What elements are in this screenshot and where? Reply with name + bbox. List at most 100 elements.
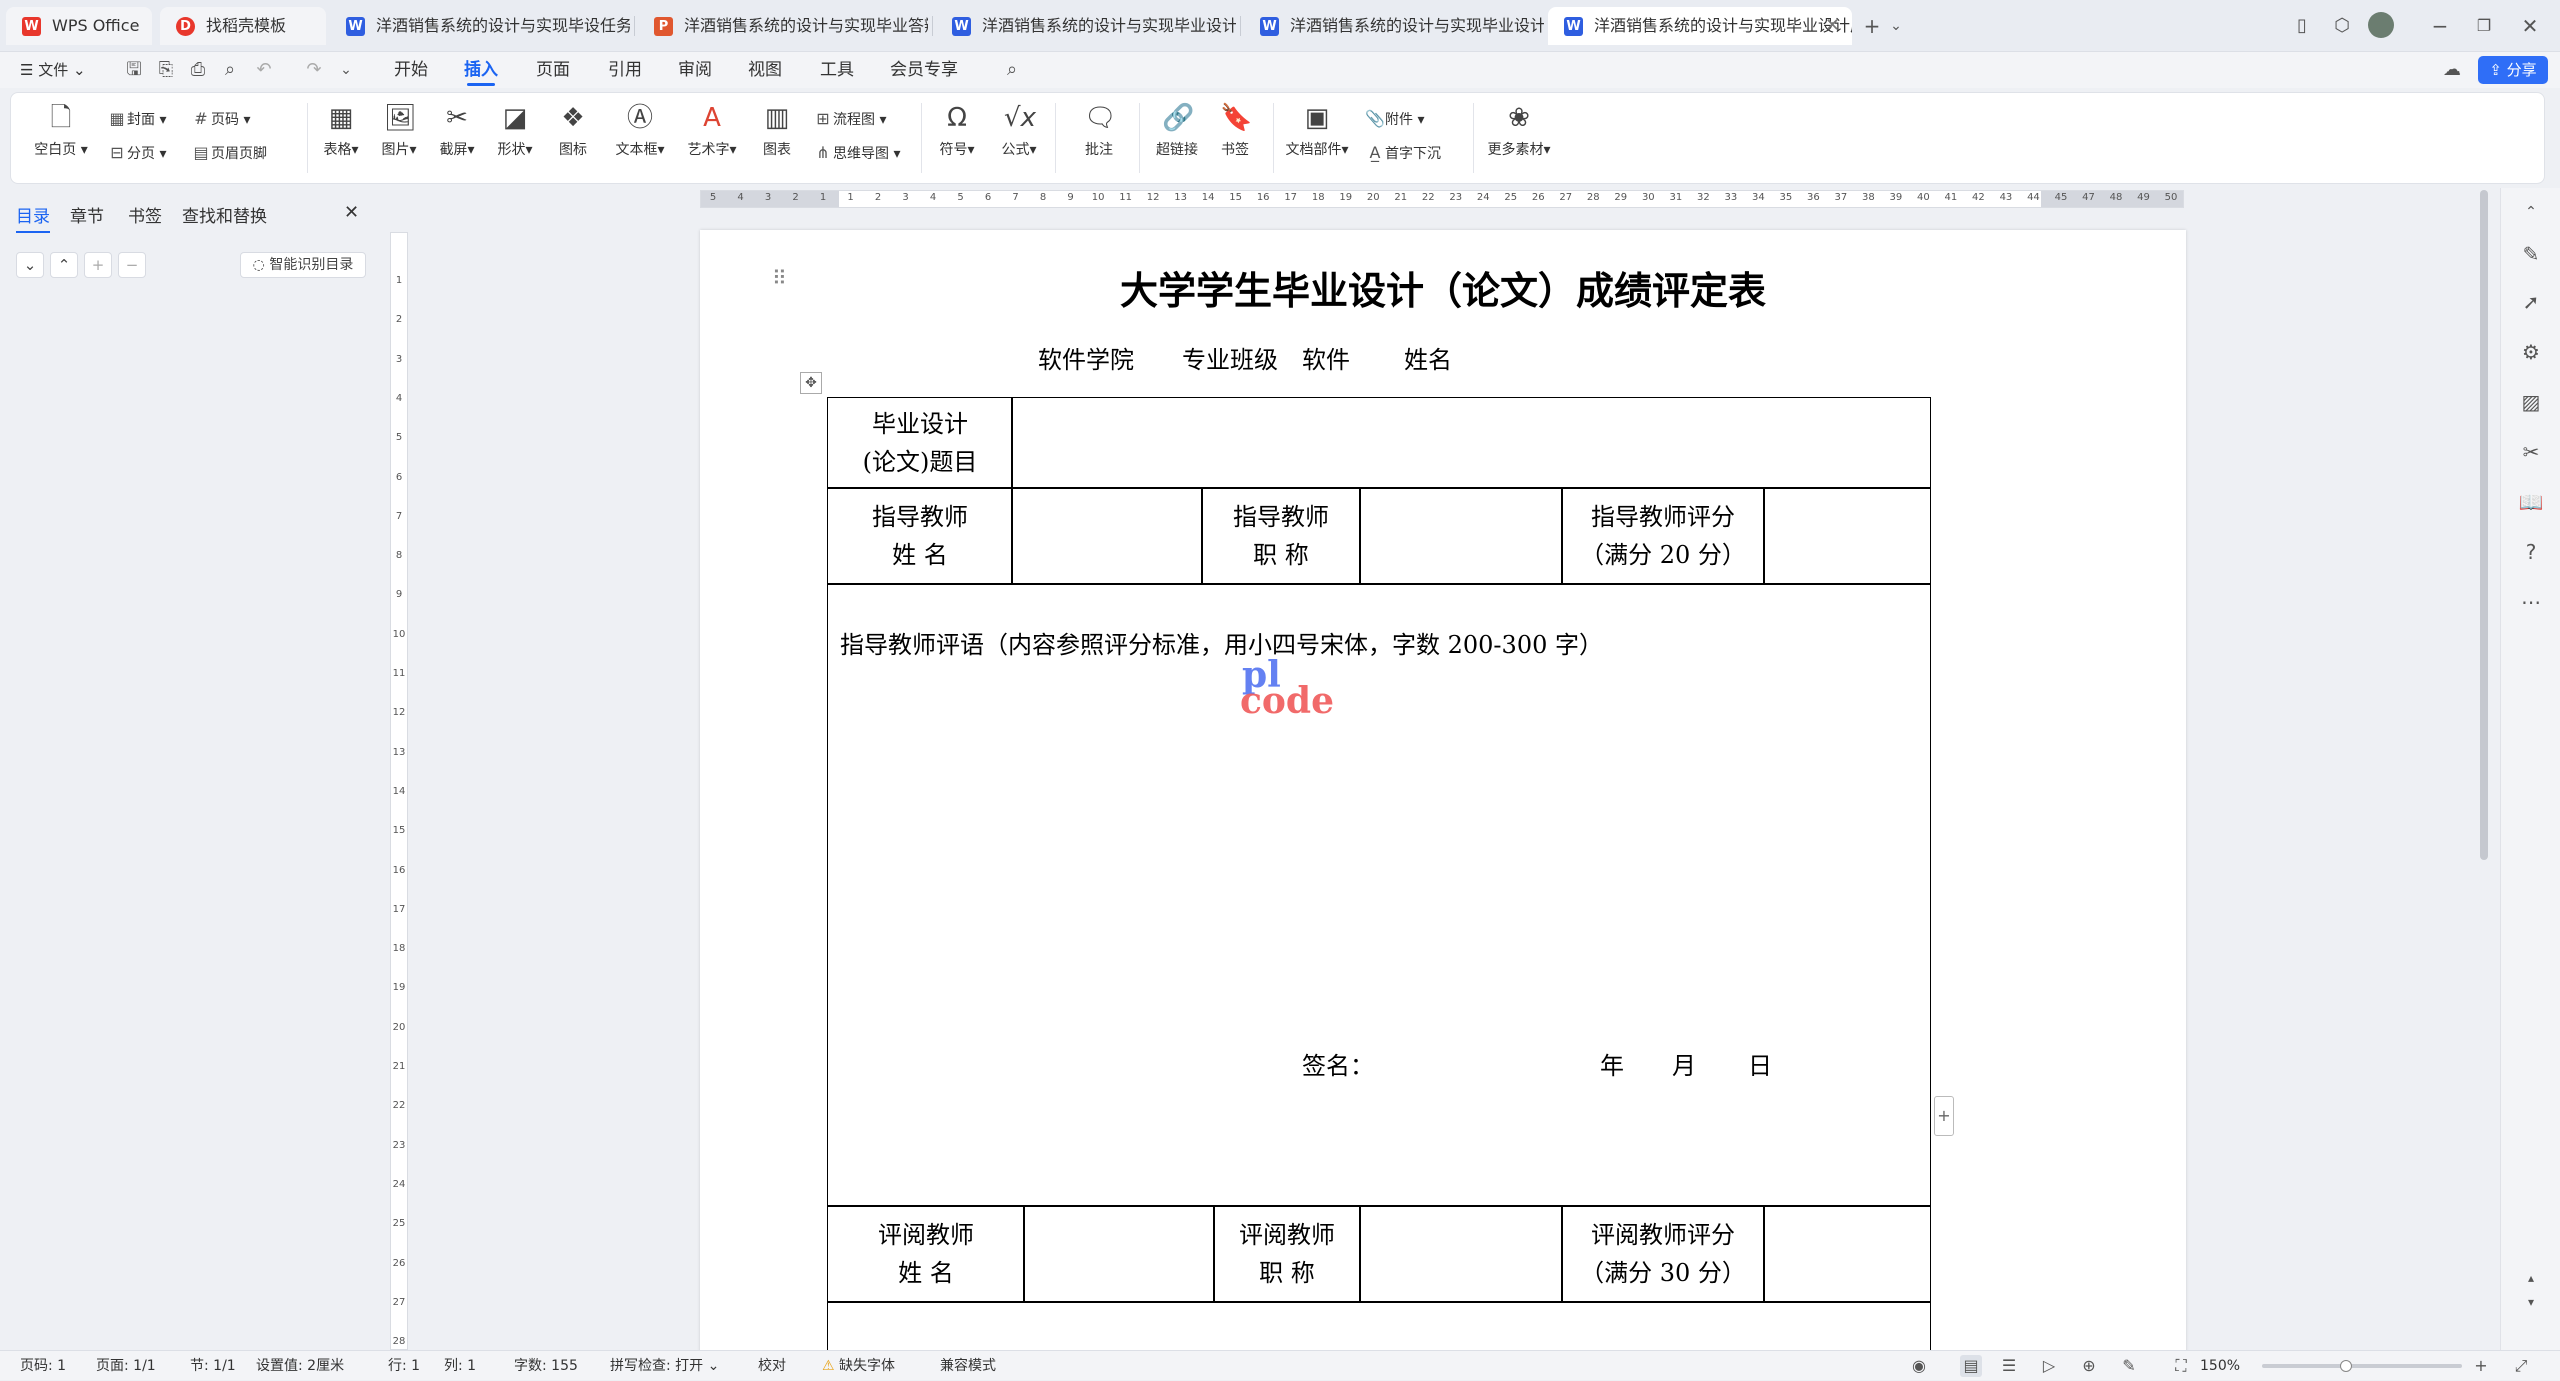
- play-icon[interactable]: ▷: [2038, 1355, 2060, 1377]
- print-icon[interactable]: ⎙: [186, 58, 210, 82]
- status-words[interactable]: 字数: 155: [514, 1351, 578, 1381]
- status-missing-font[interactable]: ⚠ 缺失字体: [822, 1351, 895, 1381]
- box-icon[interactable]: ⬡: [2326, 10, 2358, 42]
- outline-view-icon[interactable]: ☰: [1998, 1355, 2020, 1377]
- close-pane-icon[interactable]: ✕: [344, 202, 359, 223]
- cover-button[interactable]: ▦ 封面 ▾: [107, 107, 166, 131]
- horizontal-ruler[interactable]: 5 4 3 2 1 1 2 3 4 5 6 7 8 9 10 11 12 13 14 15 16 17 18 19 20 21 22…: [700, 190, 2184, 208]
- zoom-slider-thumb[interactable]: [2340, 1360, 2352, 1372]
- collapse-up-icon[interactable]: ⌃: [50, 252, 78, 278]
- tab-find-replace[interactable]: 查找和替换: [182, 202, 267, 227]
- share-button[interactable]: ⇪ 分享: [2478, 56, 2548, 84]
- doc-parts-button[interactable]: ▣ 文档部件▾: [1277, 103, 1357, 159]
- tab-doc-thesis[interactable]: W 洋酒销售系统的设计与实现毕业设计论文: [936, 7, 1236, 45]
- tools-icon[interactable]: ✂: [2517, 438, 2545, 466]
- status-section[interactable]: 节: 1/1: [190, 1351, 236, 1381]
- tab-chapters[interactable]: 章节: [70, 202, 104, 227]
- menu-tools[interactable]: 工具: [820, 52, 854, 88]
- advisor-title-value-cell[interactable]: [1359, 487, 1563, 585]
- scrollbar-thumb[interactable]: [2480, 190, 2488, 860]
- web-view-icon[interactable]: ⊕: [2078, 1355, 2100, 1377]
- smart-toc-button[interactable]: ◌ 智能识别目录: [240, 252, 366, 278]
- document-page[interactable]: ⠿ 大学学生毕业设计（论文）成绩评定表 软件学院 专业班级 软件 姓名 ✥ 毕业…: [700, 230, 2186, 1350]
- book-icon[interactable]: 📖: [2517, 488, 2545, 516]
- search-icon[interactable]: ⌕: [1000, 58, 1024, 82]
- header-footer-button[interactable]: ▤ 页眉页脚: [191, 141, 267, 165]
- tab-doc-task[interactable]: W 洋酒销售系统的设计与实现毕设任务书: [330, 7, 630, 45]
- menu-member[interactable]: 会员专享: [890, 52, 958, 88]
- quick-access-chevron-icon[interactable]: ⌄: [334, 58, 358, 82]
- screenshot-button[interactable]: ✂ 截屏▾: [427, 103, 487, 159]
- menu-references[interactable]: 引用: [608, 52, 642, 88]
- export-icon[interactable]: ⎘: [154, 58, 178, 82]
- minimize-icon[interactable]: −: [2420, 10, 2460, 42]
- table-move-icon[interactable]: ✥: [800, 372, 822, 394]
- table-button[interactable]: ▦ 表格▾: [311, 103, 371, 159]
- tab-wps-office[interactable]: W WPS Office: [6, 7, 152, 45]
- new-tab-icon[interactable]: +: [1856, 10, 1888, 42]
- status-pages[interactable]: 页面: 1/1: [96, 1351, 156, 1381]
- status-row[interactable]: 行: 1: [388, 1351, 420, 1381]
- redo-icon[interactable]: ↷: [302, 58, 326, 82]
- drop-cap-button[interactable]: A̲ 首字下沉: [1365, 141, 1441, 165]
- tab-bookmarks[interactable]: 书签: [128, 202, 162, 227]
- add-level-icon[interactable]: +: [84, 252, 112, 278]
- zoom-level[interactable]: 150%: [2200, 1351, 2240, 1381]
- image-edit-icon[interactable]: ▨: [2517, 388, 2545, 416]
- reviewer-score-value-cell[interactable]: [1763, 1205, 1931, 1303]
- zoom-slider[interactable]: [2262, 1364, 2462, 1368]
- vertical-ruler[interactable]: 1 2 3 4 5 6 7 8 9 10 11 12 13 14 15 16 17 18 19 20 21 22 23 24 2…: [390, 232, 408, 1350]
- page-view-icon[interactable]: ▤: [1960, 1355, 1982, 1377]
- remove-level-icon[interactable]: −: [118, 252, 146, 278]
- layout-icon[interactable]: ▯: [2286, 10, 2318, 42]
- menu-view[interactable]: 视图: [748, 52, 782, 88]
- blank-page-button[interactable]: 🗋 空白页 ▾: [31, 103, 91, 159]
- shape-button[interactable]: ◪ 形状▾: [485, 103, 545, 159]
- print-preview-icon[interactable]: ⌕: [218, 58, 242, 82]
- scroll-down-icon[interactable]: ▾: [2517, 1288, 2545, 1316]
- status-spellcheck[interactable]: 拼写检查: 打开 ⌄: [610, 1351, 719, 1381]
- more-icon[interactable]: ⋯: [2517, 588, 2545, 616]
- add-column-icon[interactable]: +: [1934, 1096, 1954, 1136]
- save-icon[interactable]: 🖫: [122, 58, 146, 82]
- tab-doc-grade-form[interactable]: W 洋酒销售系统的设计与实现毕业设计成绩评定表 ✕: [1548, 7, 1852, 45]
- status-setting[interactable]: 设置值: 2厘米: [256, 1351, 344, 1381]
- page-number-button[interactable]: # 页码 ▾: [191, 107, 250, 131]
- pen-icon[interactable]: ✎: [2517, 240, 2545, 268]
- rail-collapse-icon[interactable]: ⌃: [2517, 198, 2545, 226]
- textbox-button[interactable]: Ⓐ 文本框▾: [605, 103, 675, 159]
- menu-insert[interactable]: 插入: [464, 52, 498, 88]
- fullscreen-icon[interactable]: ⤢: [2510, 1355, 2532, 1377]
- mindmap-button[interactable]: ⋔ 思维导图 ▾: [813, 141, 900, 165]
- tab-list-chevron-icon[interactable]: ⌄: [1886, 10, 1906, 42]
- comment-button[interactable]: 🗨 批注: [1069, 103, 1129, 159]
- hyperlink-button[interactable]: 🔗 超链接: [1145, 103, 1209, 159]
- symbol-button[interactable]: Ω 符号▾: [927, 103, 987, 159]
- icon-button[interactable]: ❖ 图标: [543, 103, 603, 159]
- bookmark-button[interactable]: 🔖 书签: [1205, 103, 1265, 159]
- menu-start[interactable]: 开始: [394, 52, 428, 88]
- undo-icon[interactable]: ↶: [252, 58, 276, 82]
- close-window-icon[interactable]: ✕: [2510, 10, 2550, 42]
- formula-button[interactable]: √x 公式▾: [989, 103, 1049, 159]
- close-tab-icon[interactable]: ✕: [1825, 7, 1840, 45]
- advisor-name-value-cell[interactable]: [1011, 487, 1203, 585]
- advisor-comment-cell[interactable]: [827, 583, 1931, 1207]
- document-area[interactable]: ⠿ 大学学生毕业设计（论文）成绩评定表 软件学院 专业班级 软件 姓名 ✥ 毕业…: [410, 210, 2470, 1350]
- zoom-in-icon[interactable]: +: [2470, 1355, 2492, 1377]
- fit-page-icon[interactable]: ⛶: [2170, 1355, 2192, 1377]
- tab-ppt-defense[interactable]: P 洋酒销售系统的设计与实现毕业答辩ppt: [638, 7, 928, 45]
- avatar[interactable]: [2368, 12, 2394, 38]
- restore-icon[interactable]: ❐: [2464, 10, 2504, 42]
- expand-down-icon[interactable]: ⌄: [16, 252, 44, 278]
- wordart-button[interactable]: A 艺术字▾: [677, 103, 747, 159]
- picture-button[interactable]: 🖼 图片▾: [369, 103, 429, 159]
- write-mode-icon[interactable]: ✎: [2118, 1355, 2140, 1377]
- tab-doc-midterm[interactable]: W 洋酒销售系统的设计与实现毕业设计中期检查: [1244, 7, 1544, 45]
- tab-toc[interactable]: 目录: [16, 202, 50, 233]
- tab-docer-templates[interactable]: D 找稻壳模板: [160, 7, 326, 45]
- page-break-button[interactable]: ⊟ 分页 ▾: [107, 141, 166, 165]
- attachment-button[interactable]: 📎附件 ▾: [1365, 107, 1424, 131]
- flowchart-button[interactable]: ⊞ 流程图 ▾: [813, 107, 886, 131]
- file-menu[interactable]: ☰ 文件 ⌄: [20, 52, 86, 88]
